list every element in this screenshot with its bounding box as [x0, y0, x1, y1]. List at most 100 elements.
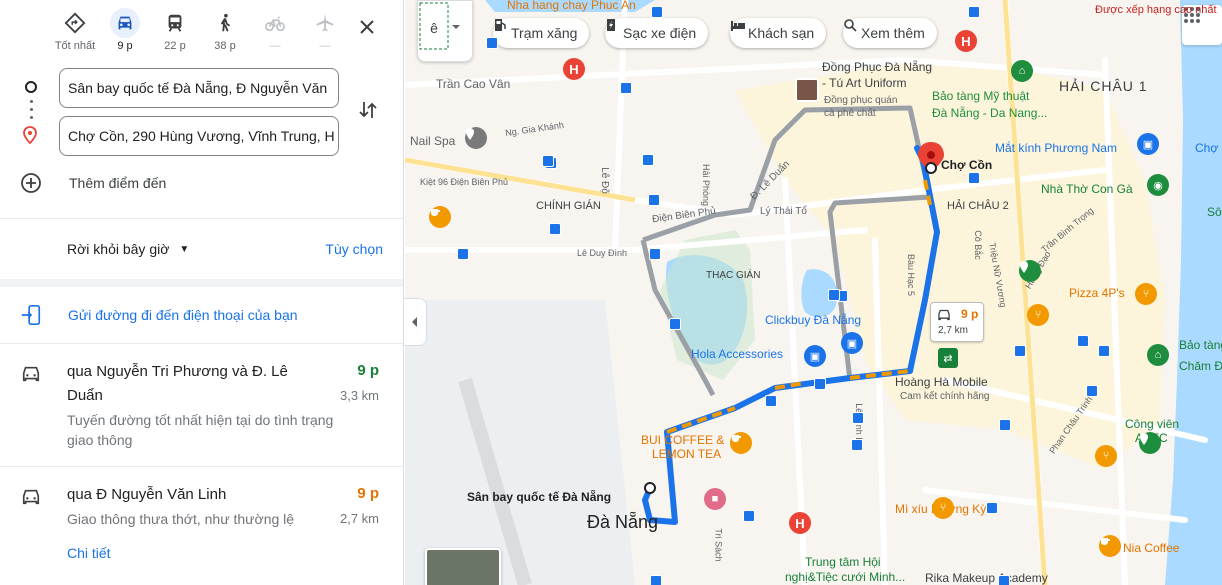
- restaurant-icon[interactable]: ⑂: [1135, 283, 1157, 305]
- poi-label[interactable]: Nhà Thờ Con Gà: [1041, 182, 1133, 196]
- bus-stop-icon[interactable]: [998, 575, 1010, 585]
- origin-input[interactable]: Sân bay quốc tế Đà Nẵng, Đ Nguyễn Văn: [59, 68, 339, 108]
- bus-stop-icon[interactable]: [642, 154, 654, 166]
- poi-label[interactable]: Đồng Phục Đà Nẵng: [822, 60, 932, 74]
- origin-label[interactable]: Sân bay quốc tế Đà Nẵng: [467, 490, 611, 504]
- poi-label[interactable]: Chợ: [1195, 141, 1218, 155]
- report-label[interactable]: Được xếp hạng cao nhất: [1095, 4, 1217, 16]
- museum-icon[interactable]: ⌂: [1011, 60, 1033, 82]
- destination-label[interactable]: Chợ Cồn: [941, 158, 992, 172]
- route-option[interactable]: qua Đ Nguyễn Văn Linh Giao thông thưa th…: [0, 467, 403, 577]
- add-destination-button[interactable]: Thêm điểm đến: [20, 172, 166, 194]
- chip-gas-station[interactable]: Trạm xăng: [493, 18, 590, 48]
- bus-stop-icon[interactable]: [828, 289, 840, 301]
- send-to-phone-button[interactable]: Gửi đường đi đến điện thoại của bạn: [0, 287, 403, 344]
- poi-label[interactable]: Rika Makeup Academy: [925, 571, 1048, 585]
- bus-stop-icon[interactable]: [549, 223, 561, 235]
- chip-hotels[interactable]: Khách sạn: [730, 18, 827, 48]
- mode-best[interactable]: Tốt nhất: [50, 8, 100, 52]
- options-link[interactable]: Tùy chọn: [325, 241, 383, 257]
- cafe-icon[interactable]: [730, 432, 752, 454]
- map-canvas[interactable]: ê Trạm xăng Sạc xe điện Khách sạn Xem th…: [405, 0, 1222, 585]
- bus-stop-icon[interactable]: [650, 575, 662, 585]
- bus-stop-icon[interactable]: [542, 155, 554, 167]
- route-callout[interactable]: 9 p 2,7 km: [930, 302, 984, 342]
- bus-stop-icon[interactable]: [851, 439, 863, 451]
- bus-stop-icon[interactable]: [765, 395, 777, 407]
- bus-stop-icon[interactable]: [814, 378, 826, 390]
- destination-input[interactable]: Chợ Cồn, 290 Hùng Vương, Vĩnh Trung, H: [59, 116, 339, 156]
- cafe-icon[interactable]: [429, 206, 451, 228]
- place-pin-icon[interactable]: [1019, 260, 1041, 282]
- poi-label[interactable]: Chăm Đà: [1179, 359, 1222, 373]
- mode-walk[interactable]: 38 p: [200, 8, 250, 52]
- poi-label[interactable]: Trung tâm Hội: [805, 555, 881, 569]
- poi-label[interactable]: LEMON TEA: [652, 447, 721, 461]
- bus-stop-icon[interactable]: [1086, 385, 1098, 397]
- poi-label[interactable]: Hola Accessories: [691, 347, 783, 361]
- bus-stop-icon[interactable]: [999, 419, 1011, 431]
- bus-stop-icon[interactable]: [968, 172, 980, 184]
- shopping-icon[interactable]: ▣: [841, 332, 863, 354]
- bus-stop-icon[interactable]: [968, 6, 980, 18]
- bus-stop-icon[interactable]: [1077, 335, 1089, 347]
- bus-stop-icon[interactable]: [486, 37, 498, 49]
- bus-stop-icon[interactable]: [743, 510, 755, 522]
- details-link[interactable]: Chi tiết: [67, 545, 379, 561]
- chip-more[interactable]: Xem thêm: [843, 18, 937, 48]
- layer-toggle-button[interactable]: ê: [417, 0, 473, 62]
- cafe-icon[interactable]: [1099, 535, 1121, 557]
- chip-ev-charging[interactable]: Sạc xe điện: [605, 18, 709, 48]
- poi-label[interactable]: Nia Coffee: [1123, 541, 1179, 555]
- close-button[interactable]: [352, 12, 382, 42]
- mode-flight[interactable]: —: [300, 8, 350, 52]
- museum-icon[interactable]: ⌂: [1147, 344, 1169, 366]
- camera-icon[interactable]: ◉: [1147, 174, 1169, 196]
- bus-stop-icon[interactable]: [457, 248, 469, 260]
- restaurant-icon[interactable]: ⑂: [1095, 445, 1117, 467]
- restaurant-icon[interactable]: ⑂: [932, 497, 954, 519]
- restaurant-icon[interactable]: ⑂: [1027, 304, 1049, 326]
- swap-button[interactable]: [356, 98, 380, 122]
- poi-label[interactable]: - Tú Art Uniform: [822, 76, 906, 90]
- poi-label[interactable]: Nail Spa: [410, 134, 455, 148]
- poi-label[interactable]: Bảo tàng: [1179, 338, 1222, 352]
- hotel-photo-icon[interactable]: [795, 78, 819, 102]
- bus-stop-icon[interactable]: [852, 412, 864, 424]
- shopping-icon[interactable]: ▣: [1137, 133, 1159, 155]
- poi-label[interactable]: Bảo tàng Mỹ thuật: [932, 89, 1029, 103]
- poi-label[interactable]: Pizza 4P's: [1069, 286, 1125, 300]
- ev-charging-station-icon[interactable]: ⇄: [938, 348, 958, 368]
- hospital-icon[interactable]: H: [955, 30, 977, 52]
- poi-label[interactable]: Hoàng Hà Mobile: [895, 375, 988, 389]
- route-option[interactable]: qua Nguyễn Tri Phương và Đ. Lê Duẩn Tuyế…: [0, 344, 403, 467]
- hospital-icon[interactable]: H: [563, 58, 585, 80]
- bus-stop-icon[interactable]: [651, 6, 663, 18]
- depart-time-dropdown[interactable]: Rời khỏi bây giờ: [67, 241, 169, 257]
- bus-stop-icon[interactable]: [1098, 345, 1110, 357]
- mode-transit[interactable]: 22 p: [150, 8, 200, 52]
- map-thumbnail[interactable]: [425, 548, 501, 585]
- poi-label[interactable]: BUI COFFEE &: [641, 433, 724, 447]
- place-pin-icon[interactable]: [465, 127, 487, 149]
- poi-label[interactable]: Clickbuy Đà Nẵng: [765, 313, 861, 327]
- hospital-icon[interactable]: H: [789, 512, 811, 534]
- hotel-icon[interactable]: ■: [704, 488, 726, 510]
- poi-label[interactable]: Mắt kính Phương Nam: [995, 141, 1117, 155]
- shopping-icon[interactable]: ▣: [804, 345, 826, 367]
- poi-label[interactable]: Công viên: [1125, 417, 1179, 431]
- bus-stop-icon[interactable]: [986, 502, 998, 514]
- mode-bicycle[interactable]: —: [250, 8, 300, 52]
- mode-driving[interactable]: 9 p: [100, 8, 150, 52]
- poi-label[interactable]: nghị&Tiệc cưới Minh...: [785, 570, 905, 584]
- poi-label[interactable]: Sô: [1207, 205, 1222, 219]
- bus-stop-icon[interactable]: [620, 82, 632, 94]
- bus-stop-icon[interactable]: [648, 194, 660, 206]
- collapse-panel-button[interactable]: [404, 298, 427, 346]
- bus-stop-icon[interactable]: [669, 318, 681, 330]
- poi-label[interactable]: Nha hang chay Phuc An: [507, 0, 636, 12]
- bus-stop-icon[interactable]: [649, 248, 661, 260]
- poi-label[interactable]: Đà Nẵng - Da Nang...: [932, 106, 1047, 120]
- bus-stop-icon[interactable]: [1014, 345, 1026, 357]
- place-pin-icon[interactable]: [1139, 432, 1161, 454]
